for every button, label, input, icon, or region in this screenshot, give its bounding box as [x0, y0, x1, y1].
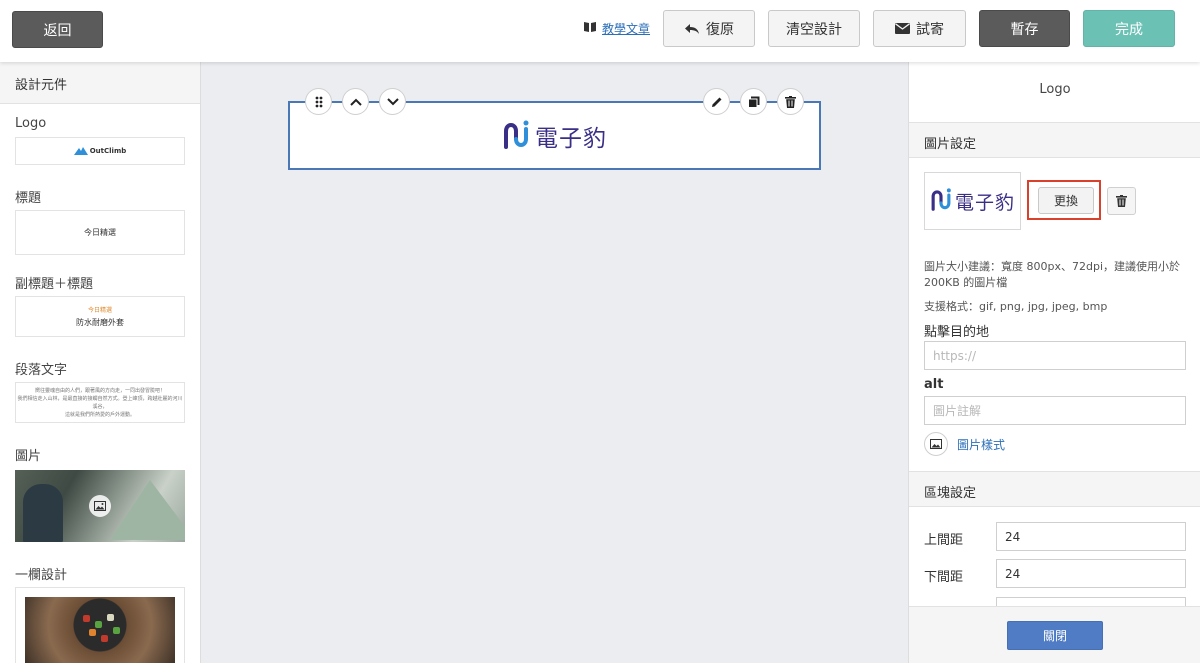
top-spacing-label: 上間距: [924, 533, 964, 548]
bottom-spacing-label: 下間距: [924, 570, 964, 585]
bottom-spacing-input[interactable]: [996, 559, 1186, 588]
component-paragraph[interactable]: 嚮往靈魂自由的人們，跟著風的方向走，一同出發冒險吧！ 我們相信走入山林，是最直接…: [15, 382, 185, 423]
top-toolbar: 返回 教學文章 復原 清空設計 試寄 暫存 完成: [0, 0, 1200, 62]
cooking-photo: [25, 597, 175, 663]
settings-panel: Logo 圖片設定 電子豹 更換 圖片大小建議：寬度 800px、72dpi，建…: [908, 62, 1200, 663]
brand-mark-icon: [930, 187, 952, 215]
test-send-label: 試寄: [916, 21, 944, 38]
envelope-icon: [895, 23, 910, 34]
restore-button-label: 復原: [706, 21, 734, 38]
duplicate-icon[interactable]: [740, 88, 767, 115]
delete-block-icon[interactable]: [777, 88, 804, 115]
tutorial-link[interactable]: 教學文章: [583, 20, 650, 37]
selected-logo-block[interactable]: 電子豹: [288, 88, 821, 170]
test-send-button[interactable]: 試寄: [873, 10, 966, 47]
component-label-subtitle-title: 副標題＋標題: [15, 277, 94, 292]
top-spacing-input[interactable]: [996, 522, 1186, 551]
close-button[interactable]: 關閉: [1007, 621, 1103, 650]
image-size-hint: 圖片大小建議：寬度 800px、72dpi，建議使用小於 200KB 的圖片檔: [924, 260, 1181, 289]
settings-footer: 關閉: [909, 606, 1200, 663]
component-subtitle-title[interactable]: 今日精選 防水耐磨外套: [15, 296, 185, 337]
component-panel: 設計元件 Logo OutClimb 標題 今日精選 副標題＋標題 今日精選 防…: [0, 62, 201, 663]
delete-image-icon[interactable]: [1107, 187, 1136, 215]
clear-design-button[interactable]: 清空設計: [768, 10, 860, 47]
settings-panel-title: Logo: [1039, 82, 1071, 97]
move-up-icon[interactable]: [342, 88, 369, 115]
brand-logo-text: 電子豹: [535, 125, 607, 152]
block-settings-title: 區塊設定: [924, 486, 977, 501]
logo-thumbnail: 電子豹: [924, 172, 1021, 230]
image-icon: [924, 432, 948, 456]
component-label-paragraph: 段落文字: [15, 363, 68, 378]
change-image-button[interactable]: 更換: [1038, 187, 1094, 214]
subtitle-title-preview-text: 防水耐磨外套: [76, 318, 124, 327]
link-target-label: 點擊目的地: [924, 325, 990, 340]
image-style-link[interactable]: 圖片樣式: [924, 432, 1005, 456]
component-logo[interactable]: OutClimb: [15, 137, 185, 165]
brand-logo: 電子豹: [502, 119, 607, 153]
component-title[interactable]: 今日精選: [15, 210, 185, 255]
edit-pencil-icon[interactable]: [703, 88, 730, 115]
tutorial-link-label[interactable]: 教學文章: [602, 20, 650, 37]
photo-detail: [113, 627, 120, 634]
link-url-input[interactable]: [924, 341, 1186, 370]
clear-design-label: 清空設計: [786, 21, 842, 38]
alt-text-input[interactable]: [924, 396, 1186, 425]
drag-handle-icon[interactable]: [305, 88, 332, 115]
component-panel-title: 設計元件: [0, 62, 200, 104]
image-settings-header: 圖片設定: [909, 122, 1200, 158]
done-button[interactable]: 完成: [1083, 10, 1175, 47]
image-icon: [89, 495, 111, 517]
logo-preview-text: OutClimb: [89, 147, 127, 155]
book-icon: [583, 21, 597, 36]
alt-label: alt: [924, 377, 944, 392]
thumbnail-brand-text: 電子豹: [954, 191, 1015, 214]
move-down-icon[interactable]: [379, 88, 406, 115]
restore-button[interactable]: 復原: [663, 10, 755, 47]
photo-detail: [89, 629, 96, 636]
paragraph-preview-line: 我們相信走入山林，是最直接的接觸自然方式。登上峰頂，跨越壯麗的河川溪谷，: [17, 395, 183, 410]
back-button-label: 返回: [43, 22, 72, 39]
image-style-label: 圖片樣式: [957, 437, 1006, 452]
title-preview-text: 今日精選: [84, 228, 116, 237]
block-settings-header: 區塊設定: [909, 471, 1200, 507]
mountain-logo-icon: [73, 144, 88, 159]
component-one-column[interactable]: [15, 587, 185, 663]
save-draft-label: 暫存: [1010, 21, 1039, 38]
camp-photo-person: [23, 484, 63, 542]
photo-detail: [101, 635, 108, 642]
component-image[interactable]: [15, 470, 185, 542]
photo-detail: [95, 621, 102, 628]
done-label: 完成: [1115, 21, 1143, 38]
design-canvas: 電子豹: [201, 62, 908, 663]
save-draft-button[interactable]: 暫存: [979, 10, 1070, 47]
brand-mark-icon: [502, 119, 530, 153]
component-label-image: 圖片: [15, 449, 42, 464]
photo-detail: [107, 614, 114, 621]
photo-detail: [83, 615, 90, 622]
component-label-one-column: 一欄設計: [15, 568, 68, 583]
undo-icon: [684, 23, 700, 35]
camp-photo-tent: [110, 480, 185, 540]
back-button[interactable]: 返回: [12, 11, 103, 48]
image-format-hint: 支援格式：gif, png, jpg, jpeg, bmp: [924, 300, 1108, 313]
component-label-title: 標題: [15, 191, 42, 206]
subtitle-preview-text: 今日精選: [87, 307, 112, 314]
paragraph-preview-line: 嚮往靈魂自由的人們，跟著風的方向走，一同出發冒險吧！: [34, 387, 165, 394]
image-settings-title: 圖片設定: [924, 137, 977, 152]
component-label-logo: Logo: [15, 116, 47, 131]
paragraph-preview-line: 這就是我們所熱愛的戶外運動。: [64, 411, 135, 418]
